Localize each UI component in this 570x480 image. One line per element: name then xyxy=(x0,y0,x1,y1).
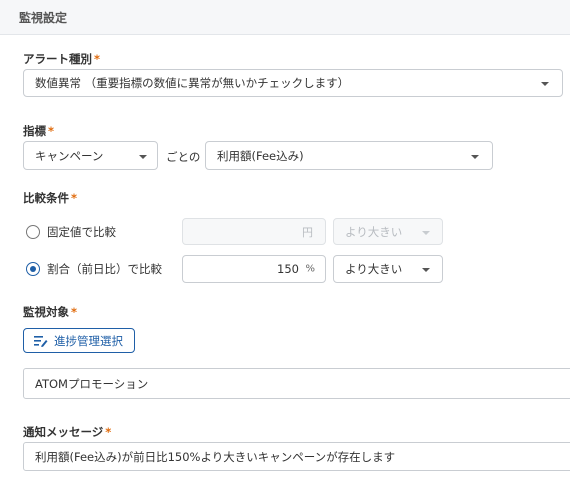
notification-message-value: 利用額(Fee込み)が前日比150%より大きいキャンペーンが存在します xyxy=(35,449,396,464)
ratio-value-input[interactable]: 150 % xyxy=(182,255,326,283)
edit-list-icon xyxy=(34,335,48,347)
ratio-operator-value: より大きい xyxy=(345,262,403,276)
chevron-down-icon xyxy=(471,154,479,159)
comparison-label: 比較条件 * xyxy=(23,191,78,205)
metric-select[interactable]: 利用額(Fee込み) xyxy=(205,141,493,170)
target-value-box: ATOMプロモーション xyxy=(23,368,570,399)
fixed-value-label: 固定値で比較 xyxy=(47,225,116,239)
fixed-value-input[interactable]: 円 xyxy=(182,218,326,245)
ratio-radio[interactable] xyxy=(26,262,40,276)
ratio-unit: % xyxy=(305,263,315,275)
ratio-label: 割合（前日比）で比較 xyxy=(47,262,162,276)
progress-select-button[interactable]: 進捗管理選択 xyxy=(23,328,135,353)
section-header: 監視設定 xyxy=(0,0,570,35)
fixed-value-radio[interactable] xyxy=(26,225,40,239)
notification-label: 通知メッセージ * xyxy=(23,425,112,439)
chevron-down-icon xyxy=(422,230,430,235)
required-mark: * xyxy=(71,191,78,205)
target-value: ATOMプロモーション xyxy=(35,376,149,391)
chevron-down-icon xyxy=(541,82,549,86)
chevron-down-icon xyxy=(422,268,430,272)
required-mark: * xyxy=(71,305,78,319)
metric-group-value: キャンペーン xyxy=(35,148,104,163)
metric-value: 利用額(Fee込み) xyxy=(217,148,304,163)
fixed-operator-select[interactable]: より大きい xyxy=(333,218,443,245)
alert-type-label: アラート種別 * xyxy=(23,52,101,66)
ratio-operator-select[interactable]: より大きい xyxy=(333,255,443,283)
alert-type-select[interactable]: 数値異常 （重要指標の数値に異常が無いかチェックします） xyxy=(23,69,563,97)
metric-label: 指標 * xyxy=(23,124,55,138)
section-title: 監視設定 xyxy=(19,11,68,25)
required-mark: * xyxy=(48,124,55,138)
required-mark: * xyxy=(105,425,112,439)
target-label: 監視対象 * xyxy=(23,305,78,319)
progress-select-label: 進捗管理選択 xyxy=(54,333,123,348)
fixed-operator-value: より大きい xyxy=(345,224,403,239)
required-mark: * xyxy=(94,52,101,66)
chevron-down-icon xyxy=(139,154,147,159)
notification-message-input[interactable]: 利用額(Fee込み)が前日比150%より大きいキャンペーンが存在します xyxy=(23,442,570,471)
metric-group-select[interactable]: キャンペーン xyxy=(23,141,158,170)
fixed-unit: 円 xyxy=(302,225,313,239)
per-text: ごとの xyxy=(166,150,201,164)
alert-type-value: 数値異常 （重要指標の数値に異常が無いかチェックします） xyxy=(35,76,350,90)
ratio-value: 150 xyxy=(277,262,299,276)
